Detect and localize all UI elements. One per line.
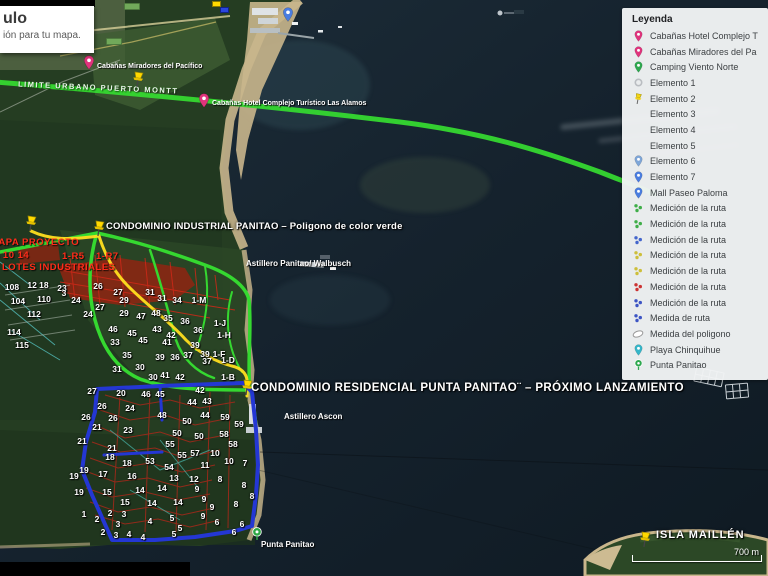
legend-item-1[interactable]: Cabañas Miradores del Pa <box>622 44 768 60</box>
tooltip-subtitle: ión para tu mapa. <box>3 30 81 41</box>
pin-icon <box>630 155 646 168</box>
legend-item-11[interactable]: Medición de la ruta <box>622 201 768 217</box>
tooltip-title: ulo <box>3 10 27 27</box>
legend-item-13[interactable]: Medición de la ruta <box>622 232 768 248</box>
legend-item-10[interactable]: Mall Paseo Paloma <box>622 185 768 201</box>
marker-blue-square[interactable] <box>220 7 229 13</box>
placemark-pushpin[interactable] <box>24 215 39 232</box>
legend-item-label: Medición de la ruta <box>650 234 727 245</box>
legend-item-label: Elemento 1 <box>650 77 696 88</box>
dots3-icon <box>630 313 646 323</box>
legend-item-8[interactable]: Elemento 6 <box>622 154 768 170</box>
legend-item-5[interactable]: Elemento 3 <box>622 106 768 122</box>
legend-item-6[interactable]: Elemento 4 <box>622 122 768 138</box>
placemark-pushpin[interactable] <box>240 379 255 396</box>
legend-items: Cabañas Hotel Complejo T Cabañas Miradore… <box>622 28 768 373</box>
legend-item-17[interactable]: Medición de la ruta <box>622 295 768 311</box>
legend-item-2[interactable]: Camping Viento Norte <box>622 59 768 75</box>
dots3-icon <box>630 235 646 245</box>
legend-item-label: Medida de ruta <box>650 313 711 324</box>
pin-icon <box>630 171 646 183</box>
pin-icon <box>630 45 646 58</box>
scale-line <box>632 561 762 562</box>
legend-item-19[interactable]: Medida del poligono <box>622 326 768 342</box>
placemark-pushpin[interactable] <box>131 71 146 88</box>
road-label-chip <box>106 38 122 45</box>
legend-item-14[interactable]: Medición de la ruta <box>622 248 768 264</box>
legend-item-12[interactable]: Medición de la ruta <box>622 216 768 232</box>
placemark-pushpin[interactable] <box>92 220 107 237</box>
legend-item-label: Camping Viento Norte <box>650 62 739 73</box>
pin-icon <box>630 187 646 199</box>
legend-item-4[interactable]: Elemento 2 <box>622 91 768 107</box>
placemark-cabanas-miradores[interactable] <box>83 55 95 70</box>
legend-item-label: Medición de la ruta <box>650 297 727 308</box>
legend-item-9[interactable]: Elemento 7 <box>622 169 768 185</box>
scale-tick-right <box>761 555 762 562</box>
legend-item-label: Mall Paseo Paloma <box>650 187 728 198</box>
legend-panel: Leyenda Cabañas Hotel Complejo T Cabañas … <box>622 8 768 380</box>
map-tooltip: ulo ión para tu mapa. <box>0 6 94 53</box>
map-canvas: CONDOMINIO INDUSTRIAL PANITAO – Poligono… <box>0 0 768 576</box>
scale-tick-left <box>632 555 633 562</box>
legend-item-label: Cabañas Hotel Complejo T <box>650 30 758 41</box>
legend-item-label: Elemento 4 <box>650 124 696 135</box>
legend-item-label: Medición de la ruta <box>650 281 727 292</box>
legend-item-label: Elemento 5 <box>650 140 696 151</box>
legend-item-3[interactable]: Elemento 1 <box>622 75 768 91</box>
dots3-icon <box>630 282 646 292</box>
legend-item-20[interactable]: Playa Chinquihue <box>622 342 768 358</box>
pin-icon <box>630 30 646 42</box>
legend-item-label: Medida del poligono <box>650 328 731 339</box>
circle-icon <box>630 78 646 87</box>
legend-item-label: Medición de la ruta <box>650 266 727 277</box>
legend-item-label: Elemento 7 <box>650 172 696 183</box>
legend-item-label: Elemento 3 <box>650 109 696 120</box>
dots3-icon <box>630 266 646 276</box>
legend-item-label: Punta Panitao <box>650 360 707 371</box>
dotpin-icon <box>630 359 646 371</box>
dots3-icon <box>630 219 646 229</box>
placemark-punta-panitao[interactable] <box>251 527 263 541</box>
placemark-blue[interactable] <box>282 7 294 22</box>
legend-item-21[interactable]: Punta Panitao <box>622 357 768 373</box>
dots3-icon <box>630 203 646 213</box>
legend-item-0[interactable]: Cabañas Hotel Complejo T <box>622 28 768 44</box>
legend-item-label: Medición de la ruta <box>650 203 727 214</box>
legend-item-7[interactable]: Elemento 5 <box>622 138 768 154</box>
pin-icon <box>630 61 646 73</box>
pin-icon <box>630 343 646 356</box>
legend-item-18[interactable]: Medida de ruta <box>622 310 768 326</box>
scale-bar: 700 m <box>632 547 762 567</box>
road-label-chip <box>124 3 140 10</box>
dots3-icon <box>630 298 646 308</box>
pushpin-icon <box>630 92 646 105</box>
legend-item-label: Elemento 6 <box>650 156 696 167</box>
legend-item-16[interactable]: Medición de la ruta <box>622 279 768 295</box>
bottom-black-bar <box>0 562 190 576</box>
legend-item-label: Medición de la ruta <box>650 219 727 230</box>
legend-item-label: Elemento 2 <box>650 93 696 104</box>
legend-item-label: Cabañas Miradores del Pa <box>650 46 757 57</box>
scale-label: 700 m <box>733 547 759 557</box>
placemark-pushpin-isla-maillen[interactable] <box>638 531 653 548</box>
legend-item-15[interactable]: Medición de la ruta <box>622 263 768 279</box>
legend-item-label: Playa Chinquihue <box>650 344 721 355</box>
legend-title: Leyenda <box>632 14 673 25</box>
legend-item-label: Medición de la ruta <box>650 250 727 261</box>
dots3-icon <box>630 250 646 260</box>
placemark-cabanas-hotel[interactable] <box>198 93 210 108</box>
oval-icon <box>630 329 646 339</box>
